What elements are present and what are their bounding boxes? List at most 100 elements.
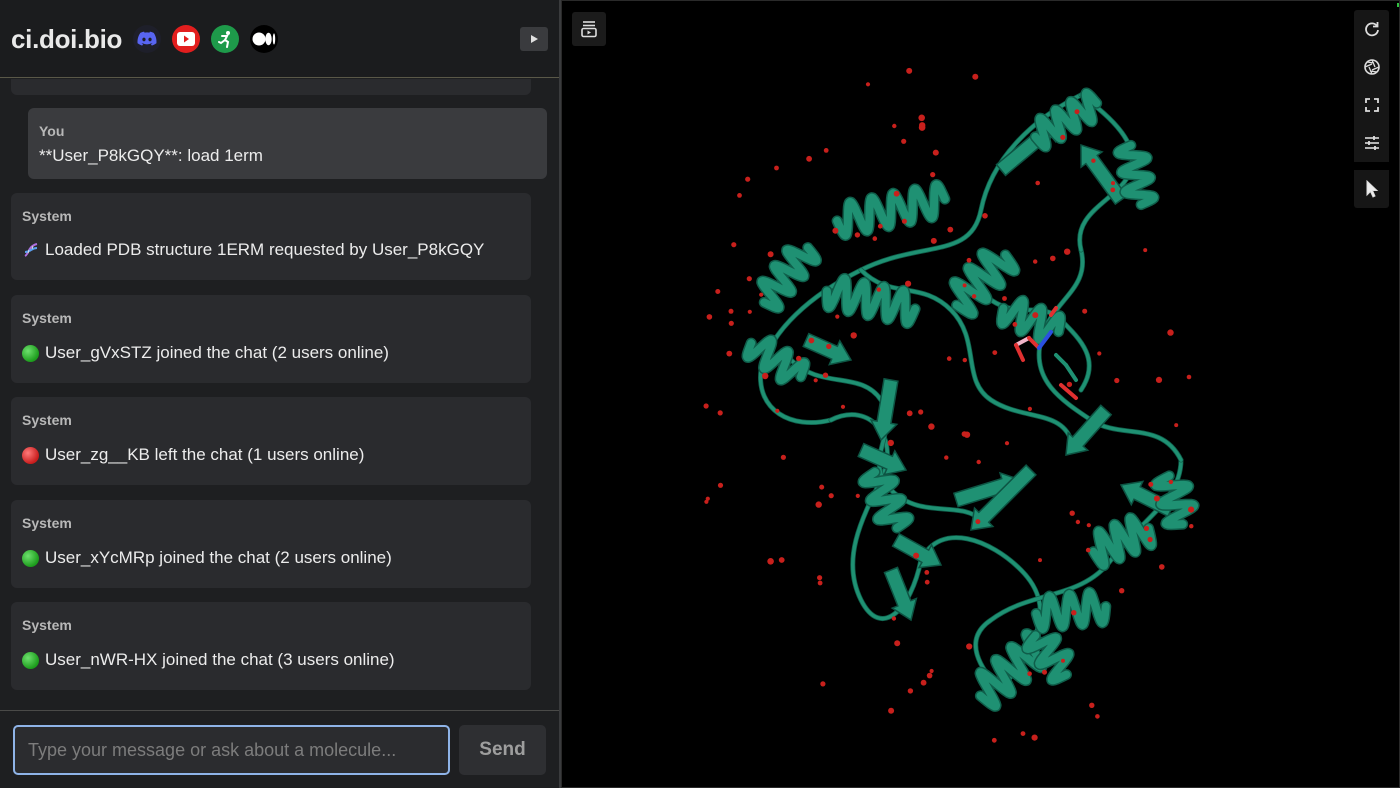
- water-molecule: [813, 378, 818, 383]
- water-molecule: [822, 372, 829, 378]
- water-molecule: [767, 251, 774, 258]
- water-molecule: [746, 276, 752, 282]
- water-molecule: [929, 668, 934, 674]
- water-molecule: [703, 403, 709, 409]
- ligand-bond: [1014, 343, 1025, 362]
- water-molecule: [854, 232, 861, 238]
- medium-icon[interactable]: [250, 25, 278, 53]
- message-sender: System: [22, 310, 72, 326]
- water-molecule: [715, 289, 721, 294]
- water-molecule: [920, 679, 927, 686]
- water-molecule: [894, 640, 901, 647]
- water-molecule: [1159, 564, 1165, 570]
- message-sender: System: [22, 412, 72, 428]
- brand-title[interactable]: ci.doi.bio: [11, 24, 122, 55]
- water-molecule: [835, 314, 840, 319]
- send-button[interactable]: Send: [459, 725, 546, 775]
- composer: Send: [0, 710, 559, 788]
- message-input[interactable]: [13, 725, 450, 775]
- panel-toggle-icon: [581, 21, 597, 38]
- settings-button[interactable]: [1354, 124, 1389, 162]
- water-molecule: [1074, 109, 1080, 115]
- water-molecule: [975, 519, 981, 525]
- water-molecule: [1038, 558, 1042, 563]
- message-body: Loaded PDB structure 1ERM requested by U…: [22, 240, 484, 260]
- message-system: System User_gVxSTZ joined the chat (2 us…: [11, 295, 531, 383]
- water-molecule: [876, 287, 881, 292]
- chat-panel: ci.doi.bio You **User_P8kGQY**: load 1er…: [0, 0, 561, 788]
- water-molecule: [1061, 658, 1065, 663]
- message-sender: You: [39, 123, 65, 139]
- water-molecule: [1143, 525, 1150, 532]
- water-molecule: [966, 257, 972, 263]
- water-molecule: [991, 737, 997, 743]
- play-button[interactable]: [520, 27, 548, 51]
- water-molecule: [888, 707, 895, 714]
- water-molecule: [1143, 248, 1148, 253]
- message-body: User_gVxSTZ joined the chat (2 users onl…: [22, 343, 389, 363]
- sliders-icon: [1364, 136, 1379, 150]
- water-molecule: [815, 501, 822, 508]
- water-molecule: [913, 552, 920, 559]
- water-molecule: [971, 294, 977, 299]
- water-molecule: [962, 283, 967, 288]
- message-bubble-partial: [11, 79, 531, 95]
- ligand-bond: [1054, 353, 1068, 367]
- select-mode-button[interactable]: [1354, 170, 1389, 208]
- beta-strand-arrow: [891, 532, 943, 569]
- water-molecule: [728, 308, 734, 314]
- water-molecule: [972, 73, 979, 80]
- water-molecule: [905, 280, 912, 287]
- water-molecule: [817, 580, 823, 586]
- water-molecule: [1020, 731, 1026, 736]
- water-molecule: [1033, 259, 1038, 264]
- water-molecule: [893, 190, 900, 197]
- youtube-icon[interactable]: [172, 25, 200, 53]
- ligand-bond: [1064, 363, 1078, 382]
- protein-structure-render[interactable]: [561, 0, 1400, 788]
- water-molecule: [850, 332, 857, 339]
- fullscreen-icon: [1364, 98, 1379, 112]
- message-text: User_nWR-HX joined the chat (3 users onl…: [45, 650, 395, 669]
- screenshot-button[interactable]: [1354, 48, 1389, 86]
- water-molecule: [901, 218, 907, 224]
- runner-icon[interactable]: [211, 25, 239, 53]
- water-molecule: [928, 423, 935, 430]
- water-molecule: [832, 227, 839, 234]
- rotate-icon: [1364, 22, 1379, 37]
- water-molecule: [1114, 377, 1120, 384]
- discord-icon[interactable]: [133, 25, 161, 53]
- panel-toggle-button[interactable]: [572, 12, 606, 46]
- water-molecule: [1031, 734, 1038, 741]
- water-molecule: [1050, 255, 1056, 262]
- water-molecule: [774, 165, 779, 171]
- water-molecule: [1168, 479, 1174, 485]
- water-molecule: [819, 484, 825, 490]
- water-molecule: [706, 314, 713, 320]
- water-molecule: [759, 292, 764, 297]
- water-molecule: [826, 343, 832, 350]
- molecule-viewer[interactable]: [561, 0, 1400, 788]
- water-molecule: [947, 226, 954, 233]
- water-molecule: [1082, 308, 1088, 314]
- water-molecule: [932, 149, 939, 156]
- water-molecule: [1188, 506, 1195, 513]
- fullscreen-button[interactable]: [1354, 86, 1389, 124]
- message-list[interactable]: You **User_P8kGQY**: load 1erm System Lo…: [0, 79, 559, 709]
- water-molecule: [926, 672, 933, 679]
- water-molecule: [1071, 610, 1077, 616]
- water-molecule: [901, 138, 907, 144]
- green-circle-icon: [22, 549, 39, 567]
- water-molecule: [1027, 671, 1032, 676]
- water-molecule: [747, 309, 752, 314]
- water-molecule: [919, 122, 926, 129]
- ligand-bond: [1014, 336, 1031, 347]
- rotate-button[interactable]: [1354, 10, 1389, 48]
- water-molecule: [891, 616, 897, 621]
- message-text: User_gVxSTZ joined the chat (2 users onl…: [45, 343, 389, 362]
- water-molecule: [982, 213, 988, 219]
- water-molecule: [1060, 134, 1066, 140]
- message-text: User_zg__KB left the chat (1 users onlin…: [45, 445, 365, 464]
- water-molecule: [1089, 702, 1095, 708]
- helix-ribbon: [833, 180, 949, 240]
